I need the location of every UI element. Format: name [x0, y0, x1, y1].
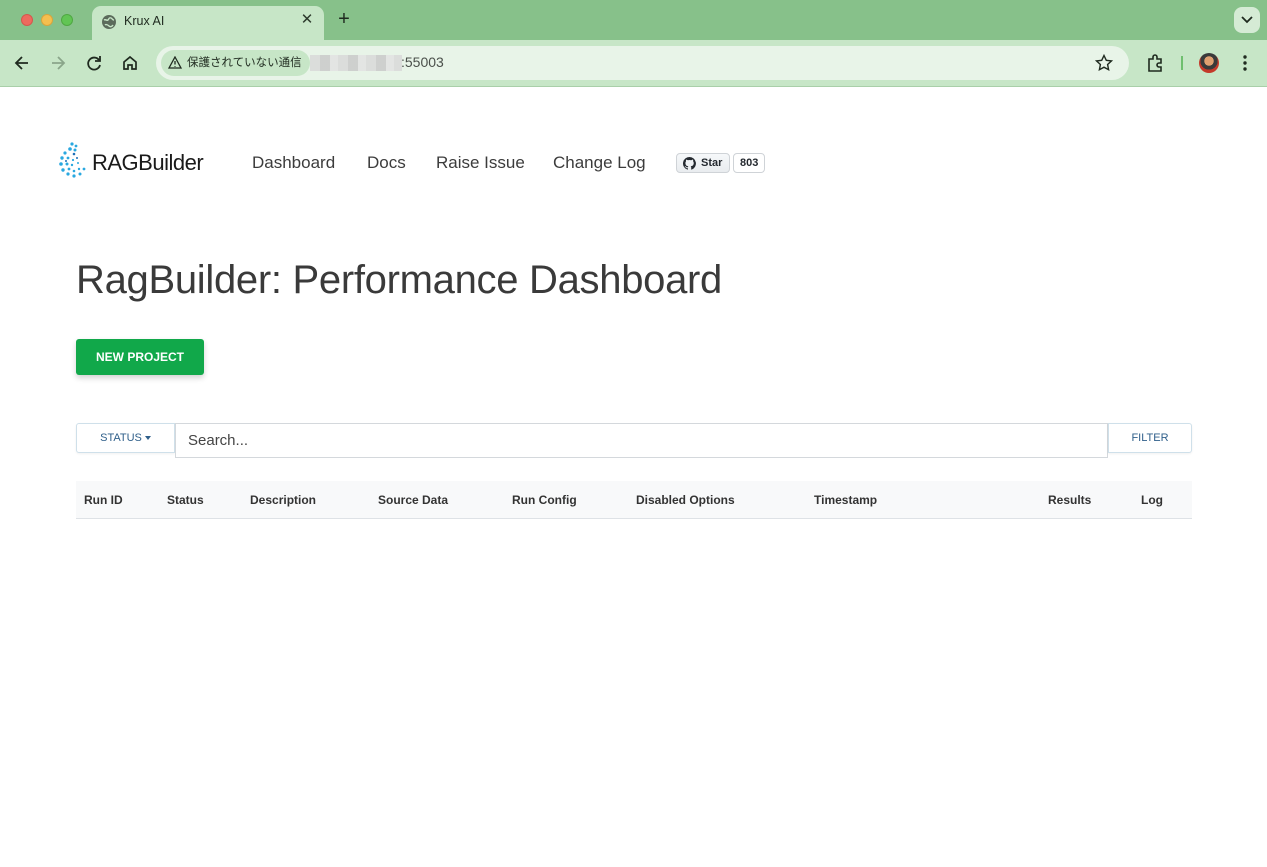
home-icon[interactable]: [119, 52, 141, 74]
more-menu-icon[interactable]: [1235, 53, 1255, 73]
nav-link-change-log[interactable]: Change Log: [553, 153, 646, 173]
new-project-button[interactable]: NEW PROJECT: [76, 339, 204, 375]
column-header-results[interactable]: Results: [1048, 493, 1091, 507]
status-dropdown-button[interactable]: STATUS: [76, 423, 175, 453]
caret-down-icon: [144, 436, 151, 441]
toolbar-divider: [1181, 56, 1183, 70]
github-star-button[interactable]: Star: [676, 153, 731, 173]
security-indicator[interactable]: 保護されていない通信: [161, 50, 310, 76]
nav-link-docs[interactable]: Docs: [367, 153, 406, 173]
column-header-source-data[interactable]: Source Data: [378, 493, 448, 507]
runs-table-header: Run ID Status Description Source Data Ru…: [76, 481, 1192, 519]
ragbuilder-logo-icon: [59, 142, 86, 178]
tab-title: Krux AI: [124, 14, 165, 28]
column-header-log[interactable]: Log: [1141, 493, 1163, 507]
extensions-puzzle-icon[interactable]: [1145, 52, 1167, 74]
maximize-window-button[interactable]: [61, 14, 73, 26]
nav-link-dashboard[interactable]: Dashboard: [252, 153, 335, 173]
bookmark-star-icon[interactable]: [1094, 53, 1114, 73]
url-text[interactable]: :55003: [401, 54, 444, 70]
nav-link-raise-issue[interactable]: Raise Issue: [436, 153, 525, 173]
column-header-description[interactable]: Description: [250, 493, 316, 507]
forward-icon[interactable]: [47, 52, 69, 74]
plus-icon[interactable]: +: [334, 9, 354, 29]
filter-button[interactable]: FILTER: [1108, 423, 1192, 453]
browser-toolbar: 保護されていない通信 :55003: [0, 40, 1267, 87]
globe-icon: [101, 14, 117, 30]
github-star-label: Star: [701, 157, 723, 169]
warning-icon: [168, 56, 182, 69]
column-header-run-id[interactable]: Run ID: [84, 493, 123, 507]
browser-tab-bar: Krux AI ✕ +: [0, 0, 1267, 40]
github-star-count[interactable]: 803: [733, 153, 766, 173]
column-header-run-config[interactable]: Run Config: [512, 493, 577, 507]
column-header-timestamp[interactable]: Timestamp: [814, 493, 877, 507]
close-window-button[interactable]: [21, 14, 33, 26]
tab-search-button[interactable]: [1234, 7, 1260, 33]
minimize-window-button[interactable]: [41, 14, 53, 26]
address-bar[interactable]: 保護されていない通信 :55003: [156, 46, 1129, 80]
search-input[interactable]: [175, 423, 1108, 458]
url-host-redacted: [310, 55, 402, 71]
browser-tab[interactable]: Krux AI ✕: [92, 6, 324, 40]
chevron-down-icon: [1241, 16, 1253, 24]
security-label: 保護されていない通信: [187, 57, 302, 69]
column-header-disabled-options[interactable]: Disabled Options: [636, 493, 735, 507]
github-icon: [683, 157, 696, 170]
reload-icon[interactable]: [83, 52, 105, 74]
profile-avatar[interactable]: [1199, 53, 1219, 73]
back-icon[interactable]: [11, 52, 33, 74]
status-dropdown-label: STATUS: [100, 432, 142, 444]
close-tab-icon[interactable]: ✕: [298, 11, 316, 29]
column-header-status[interactable]: Status: [167, 493, 204, 507]
page-title: RagBuilder: Performance Dashboard: [76, 258, 722, 302]
ragbuilder-logo[interactable]: RAGBuilder: [58, 140, 218, 180]
logo-text: RAGBuilder: [92, 150, 204, 175]
